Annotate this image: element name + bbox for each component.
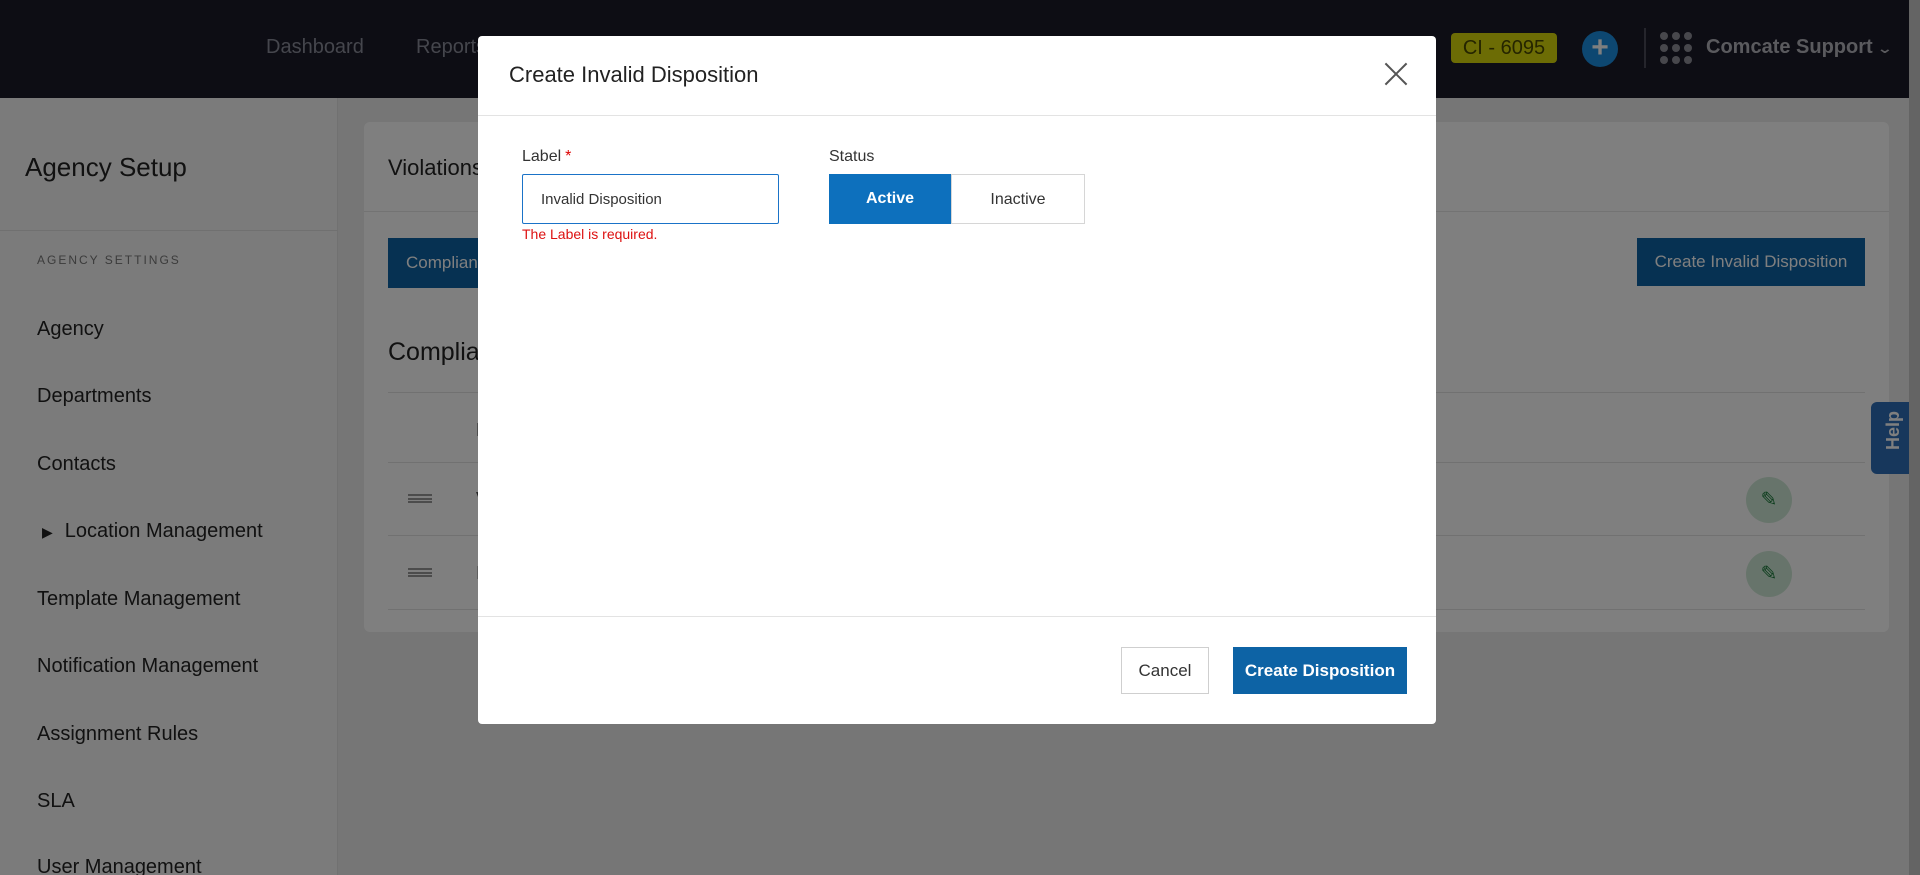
required-mark: * xyxy=(565,148,572,165)
create-disposition-button[interactable]: Create Disposition xyxy=(1233,647,1407,694)
cancel-button[interactable]: Cancel xyxy=(1121,647,1209,694)
label-field-label: Label * xyxy=(522,148,571,166)
label-text: Label xyxy=(522,148,562,165)
label-error: The Label is required. xyxy=(522,226,658,242)
label-input[interactable] xyxy=(522,174,779,224)
status-active-toggle[interactable]: Active xyxy=(829,174,951,224)
create-disposition-modal: Create Invalid Disposition Label* The La… xyxy=(478,36,1436,724)
status-inactive-toggle[interactable]: Inactive xyxy=(951,174,1085,224)
close-icon[interactable] xyxy=(1378,56,1414,92)
status-field-label: Status xyxy=(829,148,875,165)
modal-header: Create Invalid Disposition xyxy=(478,36,1436,116)
modal-title: Create Invalid Disposition xyxy=(509,62,759,87)
modal-footer-divider xyxy=(478,616,1436,617)
